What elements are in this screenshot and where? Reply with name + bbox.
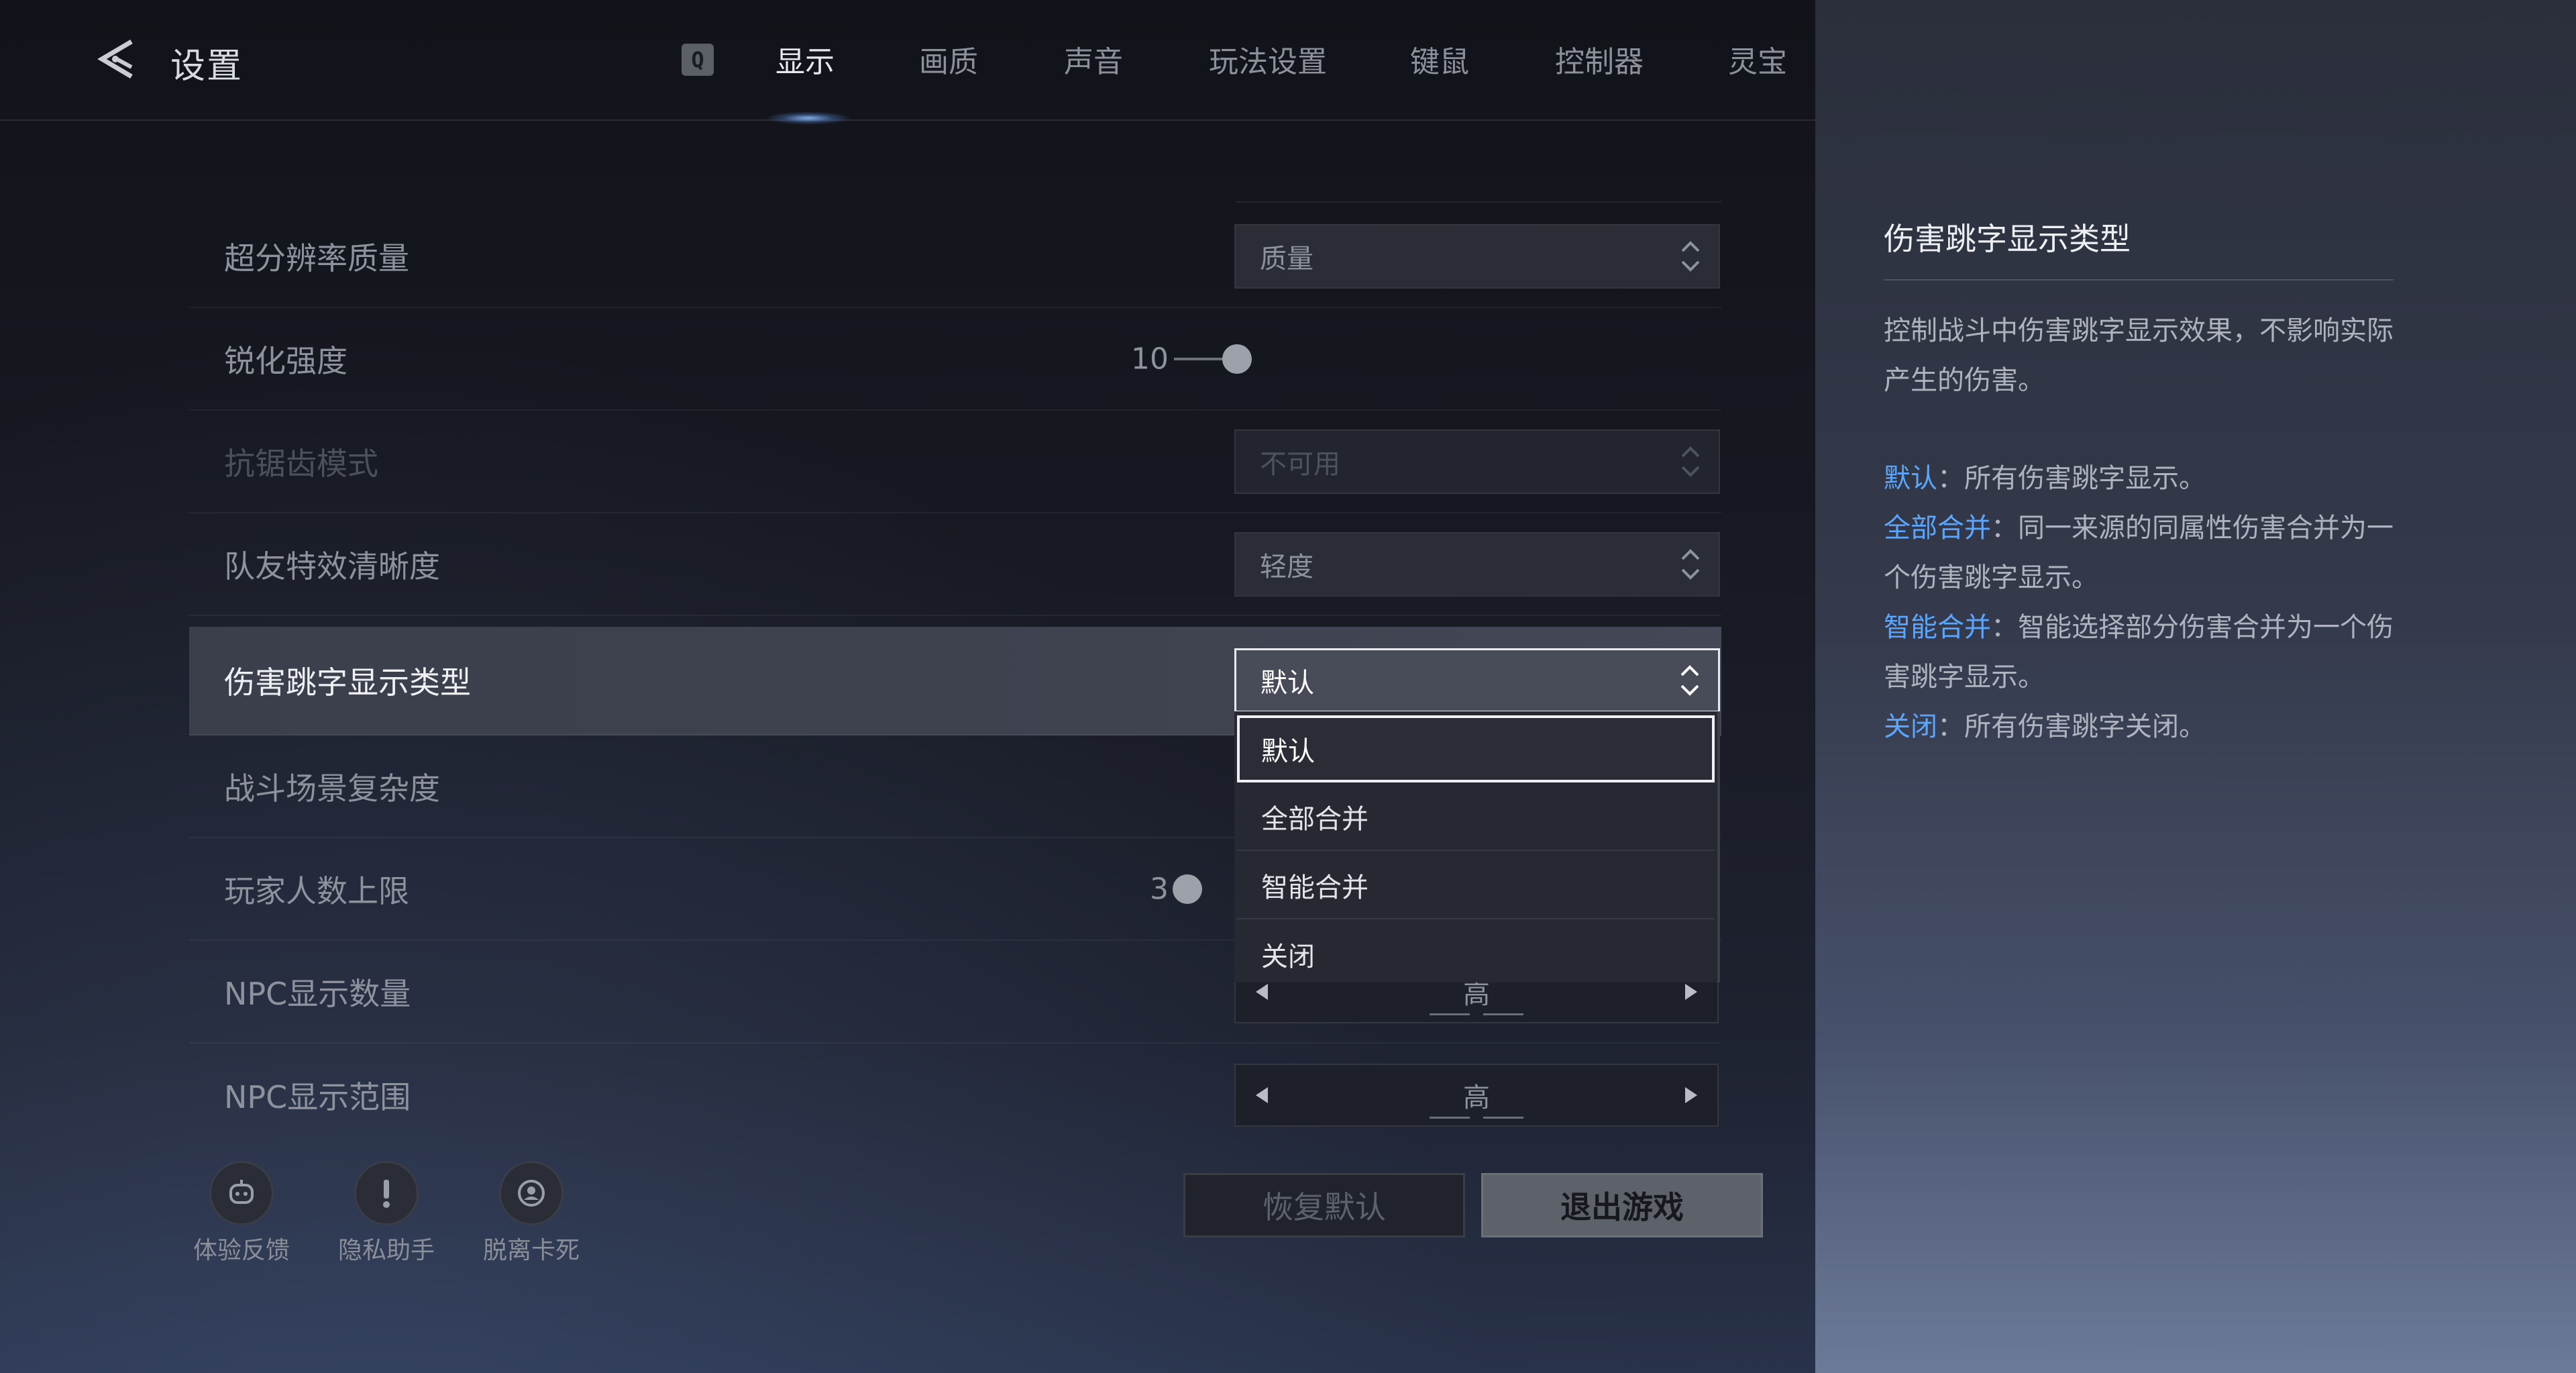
dropdown-option-off[interactable]: 关闭 [1237, 921, 1715, 988]
slider-value: 10 [1131, 342, 1169, 376]
active-tab-indicator [765, 111, 852, 125]
privacy-button[interactable]: 隐私助手 [313, 1161, 460, 1266]
help-description: 控制战斗中伤害跳字显示效果，不影响实际产生的伤害。 [1884, 315, 2394, 396]
select-value: 不可用 [1260, 448, 1340, 480]
list-divider [1236, 201, 1721, 203]
setting-row-antialias: 抗锯齿模式 不可用 [189, 411, 1721, 513]
setting-label: 队友特效清晰度 [224, 548, 440, 584]
tab-sound[interactable]: 声音 [1064, 38, 1123, 81]
util-label: 脱离卡死 [482, 1237, 580, 1264]
level-indicator [1430, 1116, 1523, 1119]
select-value: 轻度 [1260, 551, 1313, 582]
person-icon [499, 1161, 564, 1225]
setting-label: 战斗场景复杂度 [224, 770, 440, 807]
help-item: 默认：所有伤害跳字显示。 [1884, 454, 2407, 503]
exit-game-button[interactable]: 退出游戏 [1481, 1173, 1763, 1237]
select-value: 质量 [1260, 243, 1313, 274]
settings-screen: 设置 Q 显示 画质 声音 玩法设置 键鼠 控制器 灵宝 E 超分辨率质量 质量 [0, 0, 2576, 1373]
damage-text-select[interactable]: 默认 [1234, 648, 1720, 713]
setting-row-npc-range[interactable]: NPC显示范围 高 [189, 1044, 1721, 1146]
dropdown-option-merge-all[interactable]: 全部合并 [1237, 784, 1715, 851]
help-item: 关闭：所有伤害跳字关闭。 [1884, 702, 2407, 752]
tab-controller[interactable]: 控制器 [1555, 38, 1644, 81]
slider-track[interactable] [1174, 357, 1228, 360]
help-panel: 伤害跳字显示类型 控制战斗中伤害跳字显示效果，不影响实际产生的伤害。 默认：所有… [1815, 0, 2576, 1373]
help-term: 全部合并 [1884, 513, 1991, 544]
updown-arrows-icon [1681, 446, 1700, 477]
help-divider [1884, 279, 2394, 281]
dropdown-option-default[interactable]: 默认 [1237, 715, 1715, 782]
setting-row-teammate-fx[interactable]: 队友特效清晰度 轻度 [189, 513, 1721, 616]
unstuck-button[interactable]: 脱离卡死 [458, 1161, 605, 1266]
help-item: 智能合并：智能选择部分伤害合并为一个伤害跳字显示。 [1884, 603, 2407, 702]
option-label: 全部合并 [1261, 804, 1368, 835]
help-term: 智能合并 [1884, 612, 1991, 643]
help-sep: ： [1937, 711, 1964, 742]
npc-range-select[interactable]: 高 [1234, 1063, 1719, 1127]
select-value: 高 [1463, 1082, 1490, 1113]
help-term: 默认 [1884, 463, 1937, 494]
setting-label: 抗锯齿模式 [224, 445, 378, 482]
setting-label: NPC显示数量 [224, 975, 411, 1012]
setting-row-sharpen[interactable]: 锐化强度 10 [189, 308, 1721, 411]
updown-arrows-icon [1681, 548, 1700, 580]
tab-graphics[interactable]: 画质 [919, 38, 978, 81]
arrow-right-icon[interactable] [1685, 1086, 1697, 1103]
help-sep: ： [1991, 513, 2018, 544]
damage-text-dropdown: 默认 全部合并 智能合并 关闭 [1234, 711, 1720, 982]
setting-label: 伤害跳字显示类型 [224, 664, 471, 701]
option-label: 默认 [1261, 736, 1315, 767]
level-indicator [1430, 1013, 1523, 1015]
exclamation-icon [354, 1161, 419, 1225]
help-sep: ： [1991, 612, 2018, 643]
updown-arrows-icon [1680, 665, 1699, 696]
help-text: 所有伤害跳字显示。 [1964, 463, 2206, 494]
reset-default-button[interactable]: 恢复默认 [1183, 1173, 1465, 1237]
slider-knob[interactable] [1173, 874, 1202, 904]
select-value: 默认 [1260, 668, 1314, 699]
help-term: 关闭 [1884, 711, 1937, 742]
tab-gameplay[interactable]: 玩法设置 [1209, 38, 1327, 81]
option-label: 关闭 [1261, 942, 1315, 972]
antialias-select: 不可用 [1234, 429, 1720, 494]
setting-label: 超分辨率质量 [224, 240, 409, 276]
setting-label: 玩家人数上限 [224, 872, 409, 909]
back-icon[interactable] [93, 35, 141, 83]
tab-display[interactable]: 显示 [775, 38, 835, 81]
feedback-button[interactable]: 体验反馈 [168, 1161, 315, 1266]
header-bar: 设置 Q 显示 画质 声音 玩法设置 键鼠 控制器 灵宝 E [0, 0, 1893, 125]
help-items: 默认：所有伤害跳字显示。 全部合并：同一来源的同属性伤害合并为一个伤害跳字显示。… [1884, 454, 2407, 752]
util-label: 体验反馈 [193, 1237, 290, 1264]
help-title: 伤害跳字显示类型 [1884, 221, 2131, 257]
tab-keyboard-mouse[interactable]: 键鼠 [1410, 38, 1469, 81]
help-item: 全部合并：同一来源的同属性伤害合并为一个伤害跳字显示。 [1884, 503, 2407, 603]
setting-row-super-resolution[interactable]: 超分辨率质量 质量 [189, 205, 1721, 308]
tab-lingbao[interactable]: 灵宝 [1728, 38, 1787, 81]
setting-label: NPC显示范围 [224, 1078, 411, 1115]
setting-label: 锐化强度 [224, 342, 347, 379]
slider-value: 3 [1150, 872, 1169, 906]
robot-icon [209, 1161, 274, 1225]
slider-knob[interactable] [1222, 344, 1252, 374]
page-title: 设置 [170, 46, 244, 87]
super-resolution-select[interactable]: 质量 [1234, 223, 1720, 289]
teammate-fx-select[interactable]: 轻度 [1234, 531, 1720, 597]
updown-arrows-icon [1681, 240, 1700, 272]
util-label: 隐私助手 [337, 1237, 435, 1264]
help-text: 所有伤害跳字关闭。 [1964, 711, 2206, 742]
dropdown-option-smart-merge[interactable]: 智能合并 [1237, 852, 1715, 919]
option-label: 智能合并 [1261, 872, 1368, 903]
help-sep: ： [1937, 463, 1964, 494]
key-hint-q[interactable]: Q [682, 44, 714, 76]
